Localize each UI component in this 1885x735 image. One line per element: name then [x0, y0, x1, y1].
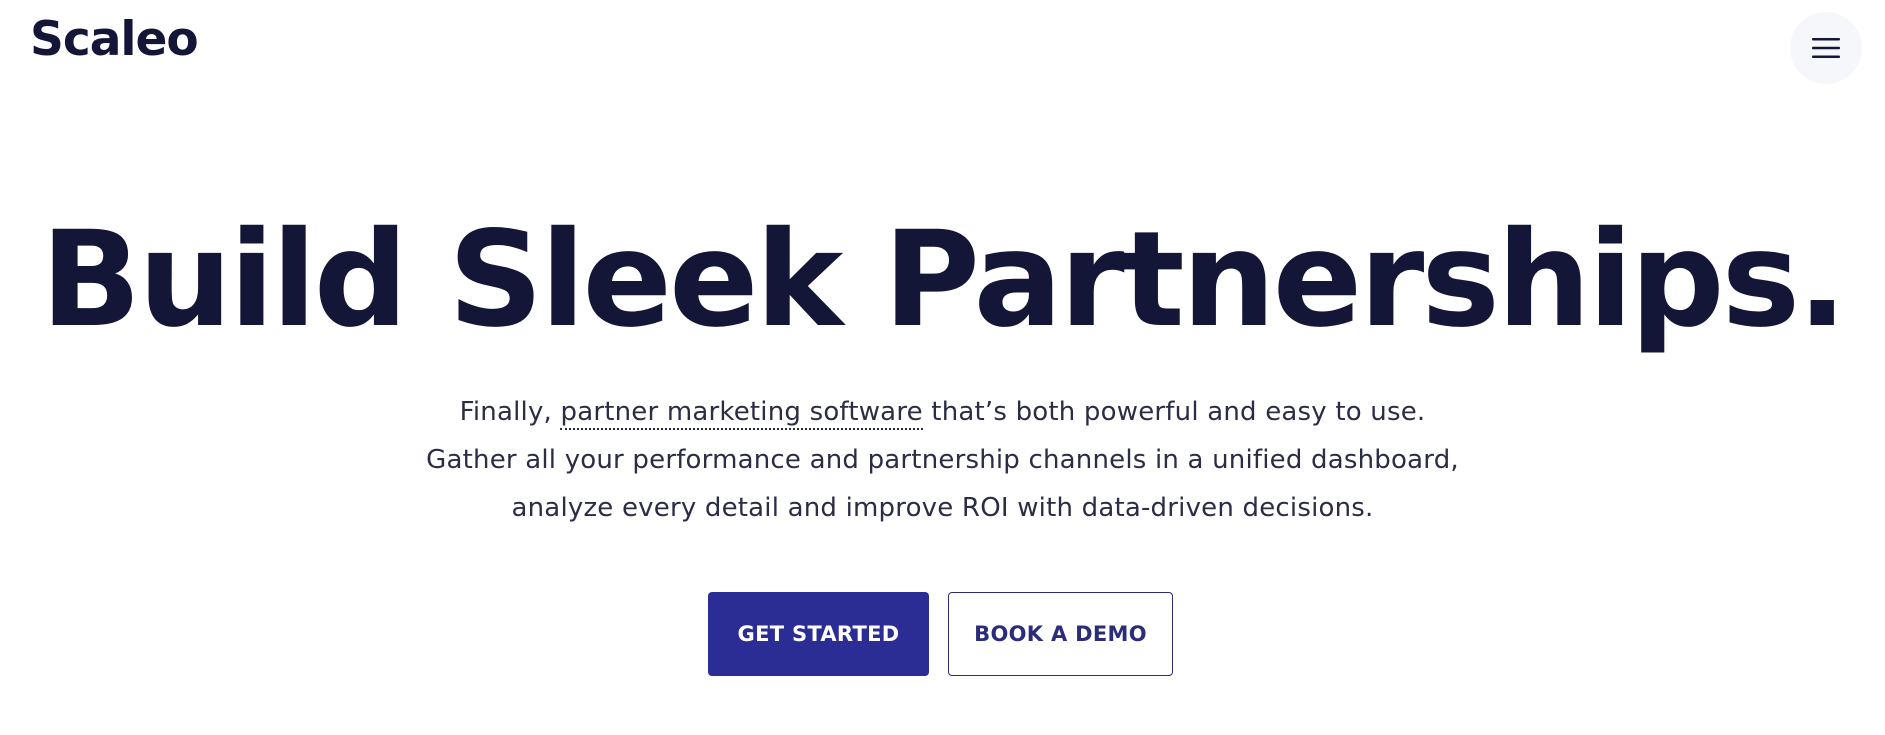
subtitle-text: that’s both powerful and easy to use.: [922, 397, 1426, 427]
subtitle-line-1: Finally, partner marketing software that…: [0, 388, 1885, 436]
partner-marketing-software-link[interactable]: partner marketing software: [560, 397, 923, 430]
hero-title: Build Sleek Partnerships.: [40, 203, 1848, 357]
hero-subtitle: Finally, partner marketing software that…: [0, 388, 1885, 532]
subtitle-line-3: analyze every detail and improve ROI wit…: [511, 493, 1374, 523]
logo[interactable]: Scaleo: [30, 10, 199, 70]
cta-row: GET STARTED BOOK A DEMO: [708, 592, 1173, 676]
get-started-button[interactable]: GET STARTED: [708, 592, 929, 676]
book-a-demo-button[interactable]: BOOK A DEMO: [948, 592, 1173, 676]
subtitle-line-2: Gather all your performance and partners…: [426, 445, 1459, 475]
menu-button[interactable]: [1790, 12, 1862, 84]
subtitle-text: Finally,: [459, 397, 561, 427]
hamburger-menu-icon: [1812, 38, 1840, 58]
